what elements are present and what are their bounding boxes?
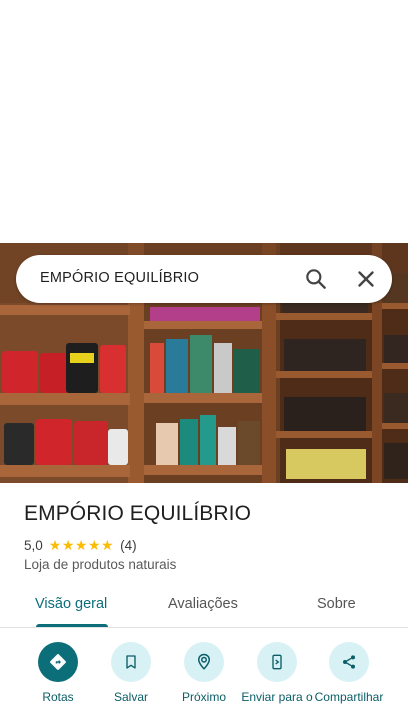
tab-overview[interactable]: Visão geral [35, 596, 107, 612]
nearby-icon[interactable] [184, 642, 224, 682]
map-area-blank [0, 0, 408, 243]
star-icon: ★ [87, 537, 101, 553]
star-icon: ★ [74, 537, 88, 553]
tab-bar: Visão geral Avaliações Sobre [0, 585, 408, 628]
place-category: Loja de produtos naturais [24, 557, 177, 572]
send-to-phone-label: Enviar para o [241, 690, 313, 704]
share-icon[interactable] [329, 642, 369, 682]
star-icon: ★ [61, 537, 75, 553]
nearby-button[interactable]: Próximo [164, 640, 244, 704]
review-count[interactable]: (4) [120, 538, 137, 553]
rating-row[interactable]: 5,0 ★ ★ ★ ★ ★ (4) [24, 536, 137, 554]
star-icon: ★ [101, 537, 114, 553]
star-icon: ★ [48, 537, 62, 553]
directions-button[interactable]: Rotas [18, 640, 98, 704]
share-button[interactable]: Compartilhar [309, 640, 389, 704]
tab-about[interactable]: Sobre [317, 596, 356, 612]
save-label: Salvar [113, 690, 148, 704]
star-rating: ★ ★ ★ ★ ★ [49, 538, 114, 552]
close-icon[interactable] [353, 266, 379, 292]
send-to-phone-button[interactable]: Enviar para o [237, 640, 317, 704]
active-tab-indicator [36, 624, 108, 627]
place-title: EMPÓRIO EQUILÍBRIO [24, 502, 252, 525]
nearby-label: Próximo [181, 690, 226, 704]
action-bar: Rotas Salvar Próximo Enviar para o Compa… [0, 640, 408, 726]
search-query-text[interactable]: EMPÓRIO EQUILÍBRIO [40, 270, 199, 286]
share-label: Compartilhar [314, 690, 384, 704]
directions-icon[interactable] [38, 642, 78, 682]
rating-value: 5,0 [24, 537, 43, 553]
bookmark-icon[interactable] [111, 642, 151, 682]
send-to-phone-icon[interactable] [257, 642, 297, 682]
search-icon[interactable] [303, 266, 329, 292]
save-button[interactable]: Salvar [91, 640, 171, 704]
directions-label: Rotas [42, 690, 74, 704]
tab-reviews[interactable]: Avaliações [168, 596, 238, 612]
search-bar[interactable]: EMPÓRIO EQUILÍBRIO [16, 255, 392, 303]
